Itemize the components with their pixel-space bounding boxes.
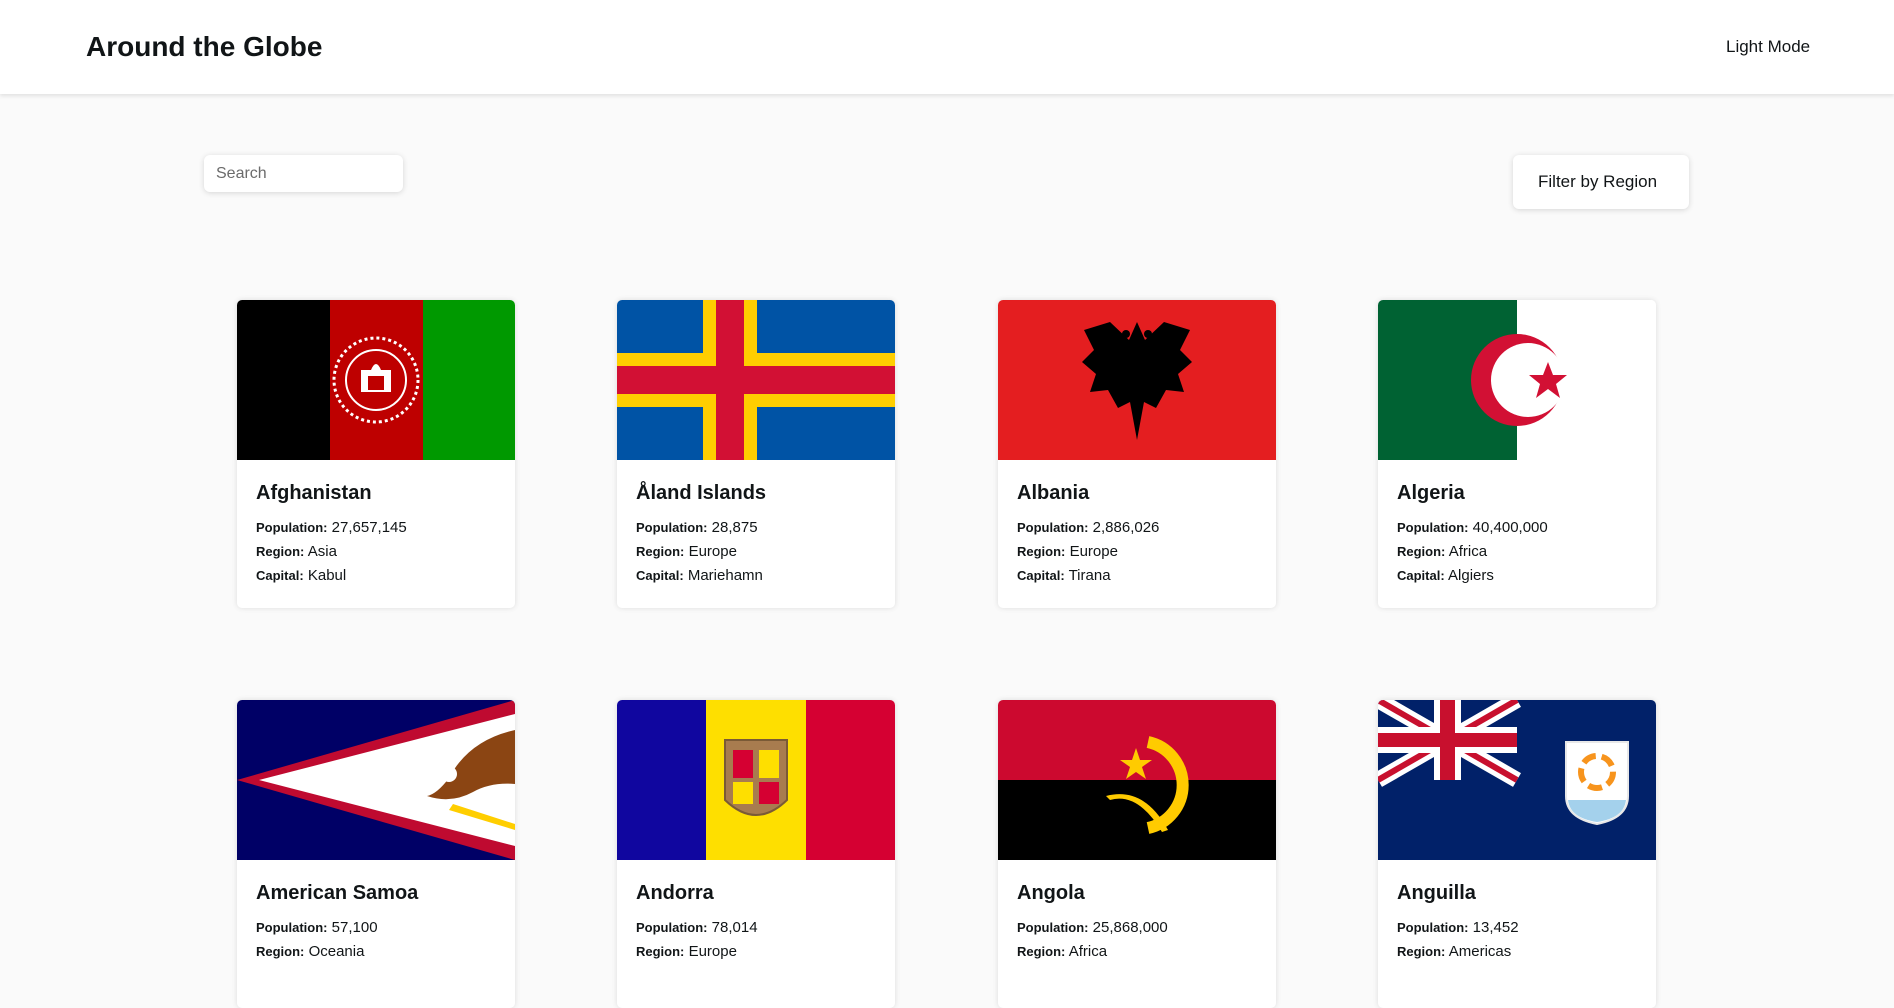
capital-row: Capital: Kabul (256, 567, 347, 584)
population-value: 2,886,026 (1092, 519, 1160, 536)
population-value: 57,100 (331, 919, 378, 936)
albania-flag-icon (998, 300, 1276, 460)
region-row: Region: Europe (636, 543, 737, 560)
region-row: Region: Africa (1397, 543, 1488, 560)
population-row: Population: 25,868,000 (1017, 919, 1168, 936)
population-row: Population: 57,100 (256, 919, 378, 936)
region-value: Africa (1448, 543, 1488, 560)
country-card-albania[interactable]: Albania Population: 2,886,026 Region: Eu… (998, 300, 1276, 608)
angola-flag-icon (998, 700, 1276, 860)
region-row: Region: Americas (1397, 943, 1512, 960)
capital-value: Algiers (1448, 567, 1494, 584)
population-value: 78,014 (711, 919, 758, 936)
region-value: Africa (1068, 943, 1108, 960)
search-box (204, 155, 403, 192)
population-row: Population: 2,886,026 (1017, 519, 1160, 536)
anguilla-flag-icon (1378, 700, 1656, 860)
population-row: Population: 78,014 (636, 919, 758, 936)
country-name: Anguilla (1397, 882, 1476, 904)
afghanistan-flag-icon (237, 300, 515, 460)
region-row: Region: Asia (256, 543, 337, 560)
capital-value: Mariehamn (687, 567, 763, 584)
region-row: Region: Oceania (256, 943, 365, 960)
aland-islands-flag-icon (617, 300, 895, 460)
country-name: Andorra (636, 882, 714, 904)
country-name: American Samoa (256, 882, 419, 904)
region-value: Oceania (308, 943, 365, 960)
region-row: Region: Europe (636, 943, 737, 960)
region-value: Europe (688, 943, 737, 960)
population-row: Population: 28,875 (636, 519, 758, 536)
andorra-flag-icon (617, 700, 895, 860)
capital-row: Capital: Tirana (1017, 567, 1111, 584)
region-row: Region: Europe (1017, 543, 1118, 560)
region-value: Europe (1069, 543, 1118, 560)
country-name: Albania (1017, 482, 1090, 504)
theme-toggle-button[interactable]: Light Mode (1726, 36, 1810, 58)
region-value: Europe (688, 543, 737, 560)
capital-value: Kabul (307, 567, 347, 584)
country-name: Åland Islands (636, 482, 767, 504)
country-card-afghanistan[interactable]: Afghanistan Population: 27,657,145 Regio… (237, 300, 515, 608)
capital-row: Capital: Mariehamn (636, 567, 763, 584)
region-value: Americas (1448, 943, 1512, 960)
population-row: Population: 13,452 (1397, 919, 1519, 936)
country-card-algeria[interactable]: Algeria Population: 40,400,000 Region: A… (1378, 300, 1656, 608)
region-row: Region: Africa (1017, 943, 1108, 960)
population-value: 25,868,000 (1092, 919, 1168, 936)
population-value: 13,452 (1472, 919, 1519, 936)
app-title: Around the Globe (86, 31, 323, 62)
capital-value: Tirana (1068, 567, 1111, 584)
capital-row: Capital: Algiers (1397, 567, 1494, 584)
population-value: 40,400,000 (1472, 519, 1548, 536)
search-input[interactable] (204, 155, 403, 192)
population-row: Population: 27,657,145 (256, 519, 407, 536)
country-name: Afghanistan (256, 482, 372, 504)
american-samoa-flag-icon (237, 700, 515, 860)
region-value: Asia (307, 543, 337, 560)
country-name: Algeria (1397, 482, 1465, 504)
population-value: 28,875 (711, 519, 758, 536)
algeria-flag-icon (1378, 300, 1656, 460)
country-card-aland-islands[interactable]: Åland Islands Population: 28,875 Region:… (617, 300, 895, 608)
population-value: 27,657,145 (331, 519, 407, 536)
country-name: Angola (1017, 882, 1085, 904)
population-row: Population: 40,400,000 (1397, 519, 1548, 536)
top-header: Around the Globe Light Mode (0, 0, 1894, 94)
filter-by-region-dropdown[interactable]: Filter by Region (1513, 155, 1689, 209)
